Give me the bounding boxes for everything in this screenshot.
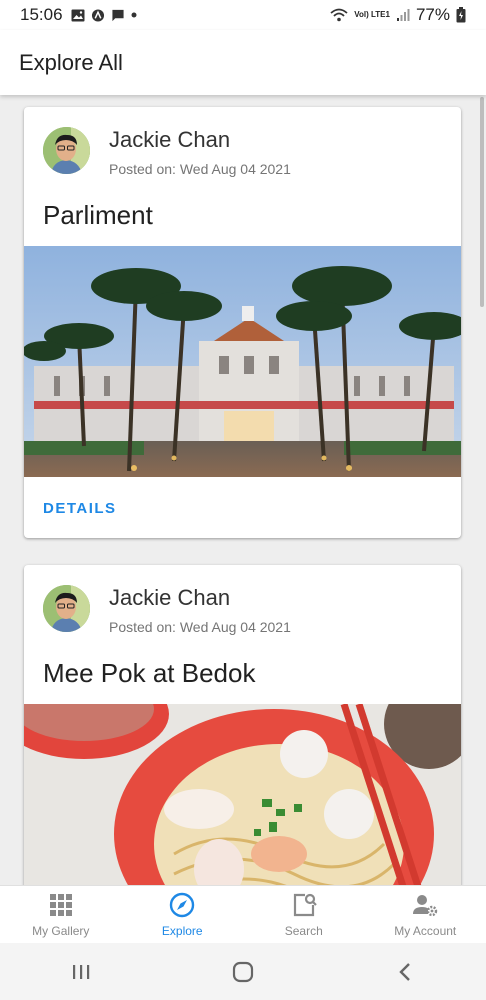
app-notification-icon <box>91 8 104 22</box>
post-author: Jackie Chan <box>109 585 231 610</box>
back-button[interactable] <box>375 952 435 992</box>
system-navigation-bar <box>0 943 486 1000</box>
grid-icon <box>49 894 72 916</box>
post-author: Jackie Chan <box>109 127 231 152</box>
post-photo-parliament[interactable] <box>24 246 461 477</box>
wifi-icon <box>330 8 348 22</box>
nav-label: My Gallery <box>32 924 90 938</box>
network-label: Vol) LTE1 <box>354 10 390 19</box>
home-button[interactable] <box>213 952 273 992</box>
avatar-photo <box>43 127 90 174</box>
post-title: Mee Pok at Bedok <box>43 658 256 688</box>
post-card: Jackie Chan Posted on: Wed Aug 04 2021 P… <box>24 107 461 538</box>
nav-label: Search <box>284 924 323 938</box>
account-settings-icon <box>413 895 438 917</box>
more-notifications-icon <box>131 12 137 18</box>
recent-apps-icon <box>73 964 90 979</box>
image-notification-icon <box>71 9 85 21</box>
message-notification-icon <box>111 9 124 21</box>
app-bar: Explore All <box>0 30 486 95</box>
battery-percent: 77% <box>415 5 450 24</box>
explore-feed[interactable]: Jackie Chan Posted on: Wed Aug 04 2021 P… <box>0 95 486 885</box>
nav-item-search[interactable]: Search <box>243 886 365 944</box>
battery-icon <box>456 7 466 23</box>
avatar[interactable] <box>43 127 90 174</box>
post-title: Parliment <box>43 200 153 230</box>
nav-label: My Account <box>394 924 457 938</box>
scrollbar[interactable] <box>480 97 484 307</box>
search-document-icon <box>293 893 317 917</box>
bottom-navigation: My Gallery Explore Search My Account <box>0 885 486 944</box>
avatar[interactable] <box>43 585 90 632</box>
nav-item-explore[interactable]: Explore <box>122 886 244 944</box>
page-title: Explore All <box>19 50 123 75</box>
compass-icon <box>170 892 195 918</box>
avatar-photo <box>43 585 90 632</box>
status-time: 15:06 <box>20 5 63 24</box>
status-bar: 15:06 Vol) LTE1 77% <box>0 0 486 30</box>
notification-icons <box>71 8 137 22</box>
details-button[interactable]: DETAILS <box>43 500 117 517</box>
nav-label: Explore <box>161 924 203 938</box>
nav-item-my-account[interactable]: My Account <box>365 886 486 944</box>
status-right: Vol) LTE1 77% <box>330 5 466 25</box>
recent-apps-button[interactable] <box>51 952 111 992</box>
post-photo-mee-pok[interactable] <box>24 704 461 885</box>
home-icon <box>232 961 254 982</box>
post-date: Posted on: Wed Aug 04 2021 <box>109 619 291 635</box>
signal-icon <box>396 9 410 21</box>
nav-item-my-gallery[interactable]: My Gallery <box>0 886 122 944</box>
status-left: 15:06 <box>20 5 137 25</box>
back-icon <box>399 962 410 981</box>
post-card: Jackie Chan Posted on: Wed Aug 04 2021 M… <box>24 565 461 885</box>
post-date: Posted on: Wed Aug 04 2021 <box>109 161 291 177</box>
